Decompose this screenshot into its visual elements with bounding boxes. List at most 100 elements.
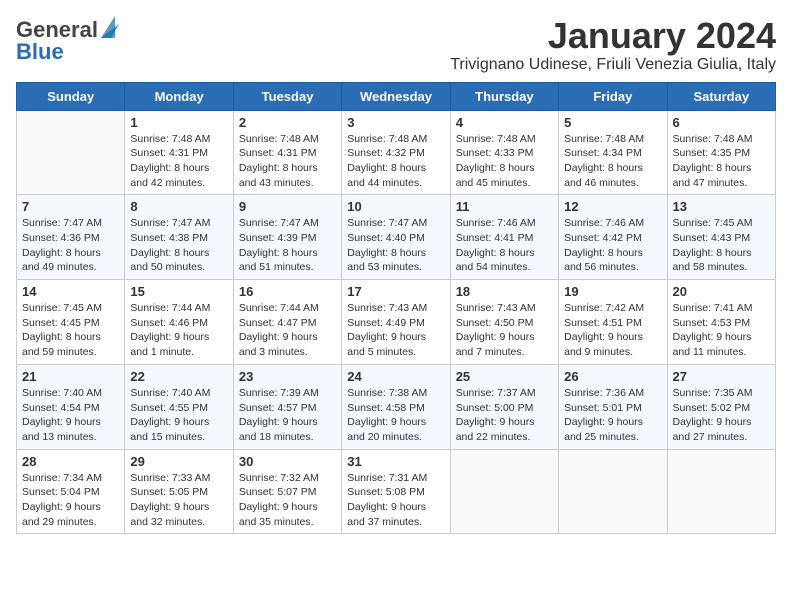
calendar-cell: 29Sunrise: 7:33 AMSunset: 5:05 PMDayligh…: [125, 449, 233, 534]
day-number: 30: [239, 454, 336, 469]
day-info: Sunrise: 7:48 AMSunset: 4:34 PMDaylight:…: [564, 132, 661, 191]
calendar-cell: 15 Sunrise: 7:44 AMSunset: 4:46 PMDayligh…: [125, 280, 233, 365]
day-number: 21: [22, 369, 119, 384]
calendar-cell: 2Sunrise: 7:48 AMSunset: 4:31 PMDaylight…: [233, 110, 341, 195]
day-info: Sunrise: 7:47 AMSunset: 4:36 PMDaylight:…: [22, 216, 119, 275]
day-number: 7: [22, 199, 119, 214]
day-info: Sunrise: 7:47 AMSunset: 4:39 PMDaylight:…: [239, 216, 336, 275]
day-info: Sunrise: 7:47 AMSunset: 4:40 PMDaylight:…: [347, 216, 444, 275]
day-info: Sunrise: 7:45 AMSunset: 4:45 PMDaylight:…: [22, 301, 119, 360]
day-number: 12: [564, 199, 661, 214]
day-number: 3: [347, 115, 444, 130]
day-number: 11: [456, 199, 553, 214]
location-title: Trivignano Udinese, Friuli Venezia Giuli…: [450, 56, 776, 74]
day-of-week-wednesday: Wednesday: [342, 82, 450, 110]
day-number: 5: [564, 115, 661, 130]
title-block: January 2024 Trivignano Udinese, Friuli …: [450, 16, 776, 74]
calendar-cell: 3 Sunrise: 7:48 AMSunset: 4:32 PMDaylight…: [342, 110, 450, 195]
calendar-cell: 21 Sunrise: 7:40 AMSunset: 4:54 PMDayligh…: [17, 364, 125, 449]
day-info: Sunrise: 7:42 AMSunset: 4:51 PMDaylight:…: [564, 301, 661, 360]
calendar-cell: 25Sunrise: 7:37 AMSunset: 5:00 PMDayligh…: [450, 364, 558, 449]
day-number: 13: [673, 199, 770, 214]
day-number: 23: [239, 369, 336, 384]
day-info: Sunrise: 7:37 AMSunset: 5:00 PMDaylight:…: [456, 386, 553, 445]
logo-blue-text: Blue: [16, 41, 64, 63]
day-of-week-tuesday: Tuesday: [233, 82, 341, 110]
calendar-cell: [17, 110, 125, 195]
day-of-week-friday: Friday: [559, 82, 667, 110]
day-number: 14: [22, 284, 119, 299]
day-info: Sunrise: 7:40 AMSunset: 4:54 PMDaylight:…: [22, 386, 119, 445]
week-row-3: 14 Sunrise: 7:45 AMSunset: 4:45 PMDayligh…: [17, 280, 776, 365]
day-info: Sunrise: 7:43 AMSunset: 4:49 PMDaylight:…: [347, 301, 444, 360]
calendar-cell: 18 Sunrise: 7:43 AMSunset: 4:50 PMDayligh…: [450, 280, 558, 365]
calendar-table: SundayMondayTuesdayWednesdayThursdayFrid…: [16, 82, 776, 535]
calendar-cell: 22 Sunrise: 7:40 AMSunset: 4:55 PMDayligh…: [125, 364, 233, 449]
calendar-body: 1Sunrise: 7:48 AMSunset: 4:31 PMDaylight…: [17, 110, 776, 534]
calendar-cell: [559, 449, 667, 534]
calendar-cell: 30 Sunrise: 7:32 AMSunset: 5:07 PMDayligh…: [233, 449, 341, 534]
day-number: 9: [239, 199, 336, 214]
day-number: 24: [347, 369, 444, 384]
calendar-cell: 6Sunrise: 7:48 AMSunset: 4:35 PMDaylight…: [667, 110, 775, 195]
day-info: Sunrise: 7:39 AMSunset: 4:57 PMDaylight:…: [239, 386, 336, 445]
day-info: Sunrise: 7:46 AMSunset: 4:42 PMDaylight:…: [564, 216, 661, 275]
day-info: Sunrise: 7:48 AMSunset: 4:32 PMDaylight:…: [347, 132, 444, 191]
logo-bird-icon: [101, 16, 119, 38]
day-info: Sunrise: 7:32 AMSunset: 5:07 PMDaylight:…: [239, 471, 336, 530]
calendar-cell: 23 Sunrise: 7:39 AMSunset: 4:57 PMDayligh…: [233, 364, 341, 449]
calendar-cell: 11 Sunrise: 7:46 AMSunset: 4:41 PMDayligh…: [450, 195, 558, 280]
day-info: Sunrise: 7:45 AMSunset: 4:43 PMDaylight:…: [673, 216, 770, 275]
logo-general-text: General: [16, 19, 98, 41]
calendar-cell: 26 Sunrise: 7:36 AMSunset: 5:01 PMDayligh…: [559, 364, 667, 449]
day-number: 2: [239, 115, 336, 130]
day-number: 20: [673, 284, 770, 299]
day-info: Sunrise: 7:41 AMSunset: 4:53 PMDaylight:…: [673, 301, 770, 360]
day-info: Sunrise: 7:46 AMSunset: 4:41 PMDaylight:…: [456, 216, 553, 275]
day-number: 18: [456, 284, 553, 299]
calendar-cell: 27 Sunrise: 7:35 AMSunset: 5:02 PMDayligh…: [667, 364, 775, 449]
calendar-header: SundayMondayTuesdayWednesdayThursdayFrid…: [17, 82, 776, 110]
page-header: General Blue January 2024 Trivignano Udi…: [16, 16, 776, 74]
day-of-week-sunday: Sunday: [17, 82, 125, 110]
day-number: 19: [564, 284, 661, 299]
calendar-cell: 14 Sunrise: 7:45 AMSunset: 4:45 PMDayligh…: [17, 280, 125, 365]
calendar-cell: 12 Sunrise: 7:46 AMSunset: 4:42 PMDayligh…: [559, 195, 667, 280]
calendar-cell: 31 Sunrise: 7:31 AMSunset: 5:08 PMDayligh…: [342, 449, 450, 534]
calendar-cell: 16Sunrise: 7:44 AMSunset: 4:47 PMDayligh…: [233, 280, 341, 365]
calendar-cell: 8Sunrise: 7:47 AMSunset: 4:38 PMDaylight…: [125, 195, 233, 280]
week-row-2: 7 Sunrise: 7:47 AMSunset: 4:36 PMDaylight…: [17, 195, 776, 280]
day-number: 6: [673, 115, 770, 130]
day-info: Sunrise: 7:40 AMSunset: 4:55 PMDaylight:…: [130, 386, 227, 445]
calendar-cell: 9 Sunrise: 7:47 AMSunset: 4:39 PMDaylight…: [233, 195, 341, 280]
week-row-5: 28Sunrise: 7:34 AMSunset: 5:04 PMDayligh…: [17, 449, 776, 534]
calendar-cell: 1Sunrise: 7:48 AMSunset: 4:31 PMDaylight…: [125, 110, 233, 195]
calendar-cell: 28Sunrise: 7:34 AMSunset: 5:04 PMDayligh…: [17, 449, 125, 534]
day-info: Sunrise: 7:44 AMSunset: 4:47 PMDaylight:…: [239, 301, 336, 360]
day-number: 26: [564, 369, 661, 384]
logo: General Blue: [16, 16, 119, 63]
day-number: 22: [130, 369, 227, 384]
week-row-4: 21 Sunrise: 7:40 AMSunset: 4:54 PMDayligh…: [17, 364, 776, 449]
day-of-week-saturday: Saturday: [667, 82, 775, 110]
day-info: Sunrise: 7:43 AMSunset: 4:50 PMDaylight:…: [456, 301, 553, 360]
day-number: 17: [347, 284, 444, 299]
day-info: Sunrise: 7:36 AMSunset: 5:01 PMDaylight:…: [564, 386, 661, 445]
day-number: 10: [347, 199, 444, 214]
day-number: 31: [347, 454, 444, 469]
day-info: Sunrise: 7:48 AMSunset: 4:33 PMDaylight:…: [456, 132, 553, 191]
day-number: 8: [130, 199, 227, 214]
calendar-cell: [667, 449, 775, 534]
calendar-cell: 24Sunrise: 7:38 AMSunset: 4:58 PMDayligh…: [342, 364, 450, 449]
calendar-cell: 19 Sunrise: 7:42 AMSunset: 4:51 PMDayligh…: [559, 280, 667, 365]
day-info: Sunrise: 7:34 AMSunset: 5:04 PMDaylight:…: [22, 471, 119, 530]
day-info: Sunrise: 7:44 AMSunset: 4:46 PMDaylight:…: [130, 301, 227, 360]
day-number: 15: [130, 284, 227, 299]
day-info: Sunrise: 7:35 AMSunset: 5:02 PMDaylight:…: [673, 386, 770, 445]
week-row-1: 1Sunrise: 7:48 AMSunset: 4:31 PMDaylight…: [17, 110, 776, 195]
day-info: Sunrise: 7:31 AMSunset: 5:08 PMDaylight:…: [347, 471, 444, 530]
calendar-cell: 13 Sunrise: 7:45 AMSunset: 4:43 PMDayligh…: [667, 195, 775, 280]
day-number: 27: [673, 369, 770, 384]
month-title: January 2024: [450, 16, 776, 56]
calendar-cell: [450, 449, 558, 534]
